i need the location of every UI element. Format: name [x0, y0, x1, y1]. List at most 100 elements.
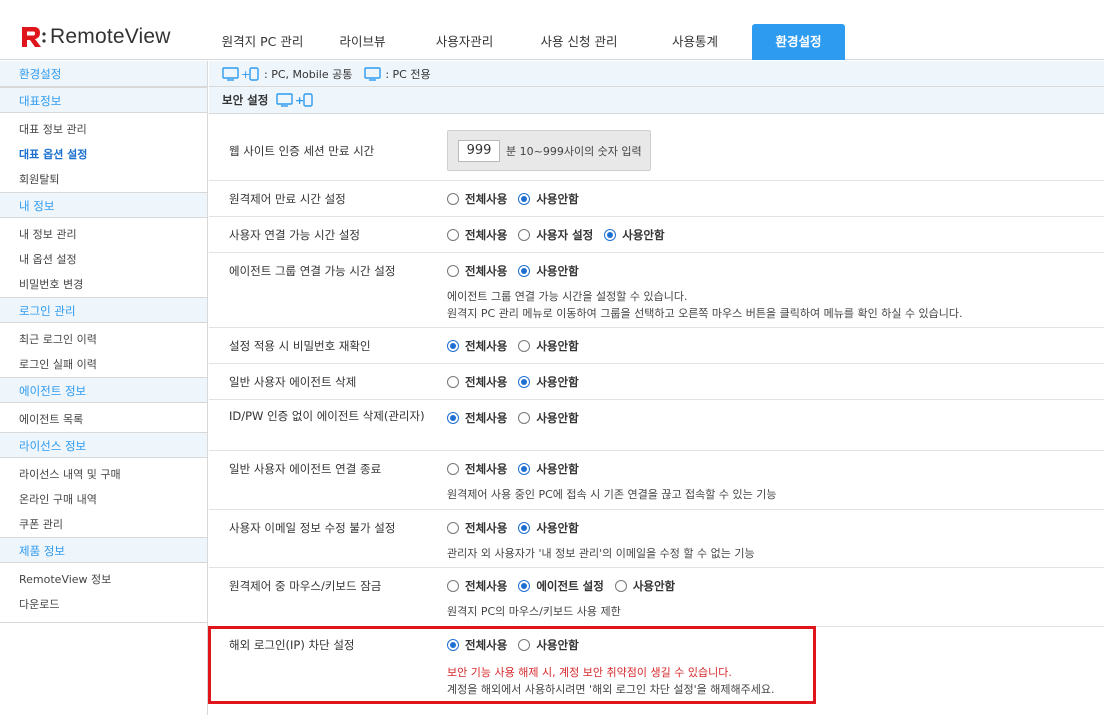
sidebar-item-password[interactable]: 비밀번호 변경 — [0, 272, 207, 297]
sidebar-item-coupon[interactable]: 쿠폰 관리 — [0, 512, 207, 537]
sidebar-section-my-info[interactable]: 내 정보 — [0, 192, 207, 218]
radio-checked-icon[interactable] — [447, 639, 459, 651]
radio-option[interactable]: 전체사용 — [447, 338, 507, 354]
radio-option[interactable]: 전체사용 — [447, 578, 507, 594]
radio-option[interactable]: 사용안함 — [518, 461, 579, 477]
radio-option[interactable]: 전체사용 — [447, 263, 507, 279]
description-line: 계정을 해외에서 사용하시려면 '해외 로그인 차단 설정'을 해제해주세요. — [447, 683, 775, 696]
radio-option[interactable]: 사용자 설정 — [518, 227, 593, 243]
radio-group: 전체사용 사용자 설정 사용안함 — [447, 226, 1084, 244]
sidebar-item-withdraw[interactable]: 회원탈퇴 — [0, 167, 207, 192]
sidebar-item-online-purchase[interactable]: 온라인 구매 내역 — [0, 487, 207, 512]
radio-option[interactable]: 전체사용 — [447, 227, 507, 243]
radio-unchecked-icon[interactable] — [518, 340, 531, 352]
radio-checked-icon[interactable] — [518, 580, 531, 592]
radio-unchecked-icon[interactable] — [447, 193, 459, 205]
radio-label: 사용안함 — [536, 264, 579, 278]
setting-row-session: 웹 사이트 인증 세션 만료 시간 분 10~999사이의 숫자 입력 — [209, 115, 1104, 181]
logo-text: RemoteView — [50, 25, 171, 48]
radio-unchecked-icon[interactable] — [614, 580, 627, 592]
radio-unchecked-icon[interactable] — [518, 639, 531, 651]
radio-option[interactable]: 에이전트 설정 — [518, 578, 604, 594]
setting-label: 일반 사용자 에이전트 삭제 — [229, 375, 357, 389]
radio-unchecked-icon[interactable] — [518, 229, 531, 241]
sidebar-item-my-info-manage[interactable]: 내 정보 관리 — [0, 222, 207, 247]
radio-label: 전체사용 — [465, 411, 508, 425]
session-timeout-box: 분 10~999사이의 숫자 입력 — [447, 130, 651, 171]
radio-unchecked-icon[interactable] — [447, 580, 459, 592]
radio-checked-icon[interactable] — [518, 376, 531, 388]
radio-option[interactable]: 사용안함 — [604, 227, 665, 243]
nav-settings[interactable]: 환경설정 — [752, 24, 845, 60]
radio-option[interactable]: 사용안함 — [518, 191, 579, 207]
radio-checked-icon[interactable] — [518, 265, 531, 277]
sidebar-section-product[interactable]: 제품 정보 — [0, 537, 207, 563]
radio-label: 전체사용 — [465, 264, 508, 278]
radio-checked-icon[interactable] — [447, 340, 459, 352]
description-line: 관리자 외 사용자가 '내 정보 관리'의 이메일을 수정 할 수 없는 기능 — [447, 547, 755, 560]
description-line: 원격지 PC 관리 메뉴로 이동하여 그룹을 선택하고 오른쪽 마우스 버튼을 … — [447, 307, 963, 320]
radio-option[interactable]: 사용안함 — [614, 578, 675, 594]
nav-statistics[interactable]: 사용통계 — [638, 24, 752, 60]
radio-checked-icon[interactable] — [604, 229, 617, 241]
radio-option[interactable]: 전체사용 — [447, 461, 507, 477]
sidebar-item-agent-list[interactable]: 에이전트 목록 — [0, 407, 207, 432]
nav-request-management[interactable]: 사용 신청 관리 — [520, 24, 638, 60]
session-timeout-unit: 분 10~999사이의 숫자 입력 — [506, 144, 642, 158]
sidebar-section-rep-info[interactable]: 대표정보 — [0, 87, 207, 113]
radio-label: 전체사용 — [465, 579, 508, 593]
radio-unchecked-icon[interactable] — [447, 265, 459, 277]
radio-option[interactable]: 전체사용 — [447, 637, 507, 653]
setting-row-overseas-block: 해외 로그인(IP) 차단 설정 전체사용 사용안함 보안 기능 사용 해제 시, 계… — [209, 627, 1104, 707]
sidebar-item-login-fail[interactable]: 로그인 실패 이력 — [0, 352, 207, 377]
radio-option[interactable]: 사용안함 — [518, 520, 579, 536]
radio-group: 전체사용 사용안함 — [447, 409, 1084, 427]
radio-label: 사용안함 — [536, 638, 579, 652]
radio-checked-icon[interactable] — [447, 412, 459, 424]
radio-option[interactable]: 전체사용 — [447, 410, 507, 426]
main-nav: 원격지 PC 관리 라이브뷰 사용자관리 사용 신청 관리 사용통계 환경설정 — [209, 24, 845, 60]
radio-option[interactable]: 사용안함 — [518, 338, 579, 354]
session-timeout-input[interactable] — [458, 139, 500, 162]
radio-unchecked-icon[interactable] — [447, 463, 459, 475]
setting-row-idpw-agent-delete: ID/PW 인증 없이 에이전트 삭제(관리자) 전체사용 사용안함 — [209, 400, 1104, 451]
sidebar-item-remoteview-info[interactable]: RemoteView 정보 — [0, 567, 207, 592]
radio-unchecked-icon[interactable] — [447, 229, 459, 241]
radio-unchecked-icon[interactable] — [518, 412, 531, 424]
setting-label: 원격제어 중 마우스/키보드 잠금 — [229, 579, 382, 593]
nav-remote-pc[interactable]: 원격지 PC 관리 — [209, 24, 316, 60]
radio-option[interactable]: 전체사용 — [447, 374, 507, 390]
sidebar-section-agent[interactable]: 에이전트 정보 — [0, 377, 207, 403]
radio-label: 사용안함 — [536, 521, 579, 535]
sidebar-item-rep-info-manage[interactable]: 대표 정보 관리 — [0, 117, 207, 142]
radio-checked-icon[interactable] — [518, 193, 531, 205]
nav-liveview[interactable]: 라이브뷰 — [316, 24, 409, 60]
radio-option[interactable]: 전체사용 — [447, 191, 507, 207]
svg-text:+: + — [295, 94, 304, 107]
nav-user-management[interactable]: 사용자관리 — [409, 24, 520, 60]
radio-group: 전체사용 사용안함 — [447, 373, 1084, 391]
radio-option[interactable]: 사용안함 — [518, 374, 579, 390]
description-line: 원격제어 사용 중인 PC에 접속 시 기존 연결을 끊고 접속할 수 있는 기… — [447, 488, 777, 501]
radio-checked-icon[interactable] — [518, 463, 531, 475]
sidebar-item-rep-option[interactable]: 대표 옵션 설정 — [0, 142, 207, 167]
radio-group: 전체사용 사용안함 — [447, 636, 1084, 654]
radio-unchecked-icon[interactable] — [447, 522, 459, 534]
radio-option[interactable]: 사용안함 — [518, 637, 579, 653]
sidebar-item-my-option[interactable]: 내 옵션 설정 — [0, 247, 207, 272]
sidebar-item-download[interactable]: 다운로드 — [0, 592, 207, 617]
sidebar-section-license[interactable]: 라이선스 정보 — [0, 432, 207, 458]
sidebar-section-login[interactable]: 로그인 관리 — [0, 297, 207, 323]
radio-option[interactable]: 사용안함 — [518, 263, 579, 279]
radio-label: 사용안함 — [536, 192, 579, 206]
setting-description: 원격제어 사용 중인 PC에 접속 시 기존 연결을 끊고 접속할 수 있는 기… — [447, 486, 1084, 503]
radio-option[interactable]: 전체사용 — [447, 520, 507, 536]
radio-option[interactable]: 사용안함 — [518, 410, 579, 426]
remoteview-logo[interactable]: RemoteView — [20, 24, 171, 50]
description-line: 에이전트 그룹 연결 가능 시간을 설정할 수 있습니다. — [447, 290, 688, 303]
radio-unchecked-icon[interactable] — [447, 376, 459, 388]
radio-checked-icon[interactable] — [518, 522, 531, 534]
monitor-plus-mobile-icon: + — [222, 66, 260, 81]
sidebar-item-license-purchase[interactable]: 라이선스 내역 및 구매 — [0, 462, 207, 487]
sidebar-item-login-history[interactable]: 최근 로그인 이력 — [0, 327, 207, 352]
